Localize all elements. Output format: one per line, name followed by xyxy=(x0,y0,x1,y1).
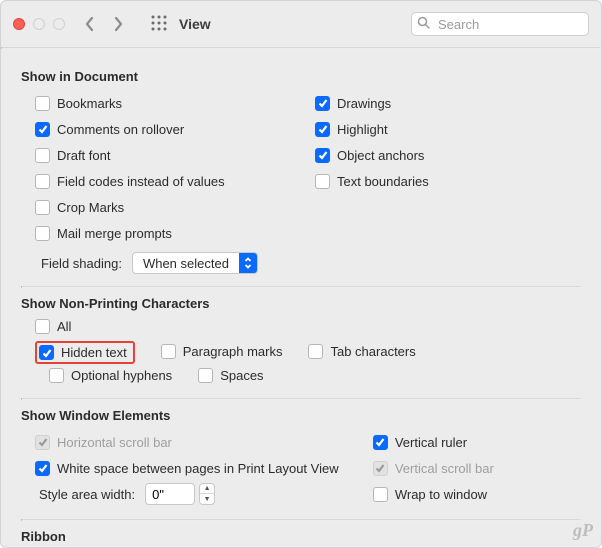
label: Hidden text xyxy=(61,345,127,360)
search-field[interactable] xyxy=(411,12,589,36)
field-shading-label: Field shading: xyxy=(41,256,122,271)
divider xyxy=(21,286,581,288)
close-icon[interactable] xyxy=(13,18,25,30)
preferences-window: View Show in Document Bookmarks Comments… xyxy=(0,0,602,548)
chevron-up-down-icon xyxy=(239,253,257,273)
label: Tab characters xyxy=(330,344,415,359)
checkbox-spaces[interactable]: Spaces xyxy=(198,368,263,383)
label: Draft font xyxy=(57,148,110,163)
checkbox-tab-characters[interactable]: Tab characters xyxy=(308,344,415,359)
divider xyxy=(21,519,581,521)
search-icon xyxy=(417,16,430,32)
zoom-icon[interactable] xyxy=(53,18,65,30)
checkbox-highlight[interactable]: Highlight xyxy=(315,122,388,137)
checkbox-draft-font[interactable]: Draft font xyxy=(35,148,110,163)
page-title: View xyxy=(179,16,211,32)
label: Wrap to window xyxy=(395,487,487,502)
section-show-in-document: Show in Document xyxy=(21,69,581,84)
show-all-icon[interactable] xyxy=(151,15,167,34)
highlight-frame: Hidden text xyxy=(35,341,135,364)
checkbox-optional-hyphens[interactable]: Optional hyphens xyxy=(49,368,172,383)
label: Optional hyphens xyxy=(71,368,172,383)
traffic-lights xyxy=(13,18,65,30)
checkbox-mail-merge-prompts[interactable]: Mail merge prompts xyxy=(35,226,172,241)
label: Mail merge prompts xyxy=(57,226,172,241)
label: Drawings xyxy=(337,96,391,111)
checkbox-vertical-scroll-bar: Vertical scroll bar xyxy=(373,461,494,476)
search-input[interactable] xyxy=(411,12,589,36)
label: White space between pages in Print Layou… xyxy=(57,461,339,476)
nav-arrows xyxy=(79,13,129,35)
section-ribbon: Ribbon xyxy=(21,529,581,544)
checkbox-wrap-to-window[interactable]: Wrap to window xyxy=(373,487,487,502)
checkbox-object-anchors[interactable]: Object anchors xyxy=(315,148,424,163)
checkbox-all[interactable]: All xyxy=(35,319,71,334)
section-window-elements: Show Window Elements xyxy=(21,408,581,423)
stepper-icon[interactable]: ▲▼ xyxy=(199,483,215,505)
checkbox-text-boundaries[interactable]: Text boundaries xyxy=(315,174,429,189)
back-button[interactable] xyxy=(79,13,101,35)
forward-button[interactable] xyxy=(107,13,129,35)
select-value: When selected xyxy=(133,256,239,271)
label: Spaces xyxy=(220,368,263,383)
label: Comments on rollover xyxy=(57,122,184,137)
checkbox-field-codes[interactable]: Field codes instead of values xyxy=(35,174,225,189)
checkbox-paragraph-marks[interactable]: Paragraph marks xyxy=(161,344,283,359)
label: Vertical scroll bar xyxy=(395,461,494,476)
label: Text boundaries xyxy=(337,174,429,189)
checkbox-bookmarks[interactable]: Bookmarks xyxy=(35,96,122,111)
toolbar: View xyxy=(1,1,601,47)
style-area-width-input[interactable] xyxy=(145,483,195,505)
label: Crop Marks xyxy=(57,200,124,215)
label: Paragraph marks xyxy=(183,344,283,359)
checkbox-drawings[interactable]: Drawings xyxy=(315,96,391,111)
checkbox-white-space-between-pages[interactable]: White space between pages in Print Layou… xyxy=(35,461,339,476)
divider xyxy=(21,398,581,400)
section-non-printing: Show Non-Printing Characters xyxy=(21,296,581,311)
style-area-width-stepper[interactable]: ▲▼ xyxy=(145,483,215,505)
checkbox-comments-on-rollover[interactable]: Comments on rollover xyxy=(35,122,184,137)
checkbox-vertical-ruler[interactable]: Vertical ruler xyxy=(373,435,467,450)
checkbox-horizontal-scroll-bar: Horizontal scroll bar xyxy=(35,435,172,450)
label: Field codes instead of values xyxy=(57,174,225,189)
label: Object anchors xyxy=(337,148,424,163)
label: Vertical ruler xyxy=(395,435,467,450)
checkbox-hidden-text[interactable]: Hidden text xyxy=(39,345,127,360)
label: Highlight xyxy=(337,122,388,137)
minimize-icon[interactable] xyxy=(33,18,45,30)
label: Horizontal scroll bar xyxy=(57,435,172,450)
content: Show in Document Bookmarks Comments on r… xyxy=(1,49,601,548)
label: All xyxy=(57,319,71,334)
field-shading-select[interactable]: When selected xyxy=(132,252,258,274)
label: Bookmarks xyxy=(57,96,122,111)
style-area-width-label: Style area width: xyxy=(39,487,135,502)
checkbox-crop-marks[interactable]: Crop Marks xyxy=(35,200,124,215)
